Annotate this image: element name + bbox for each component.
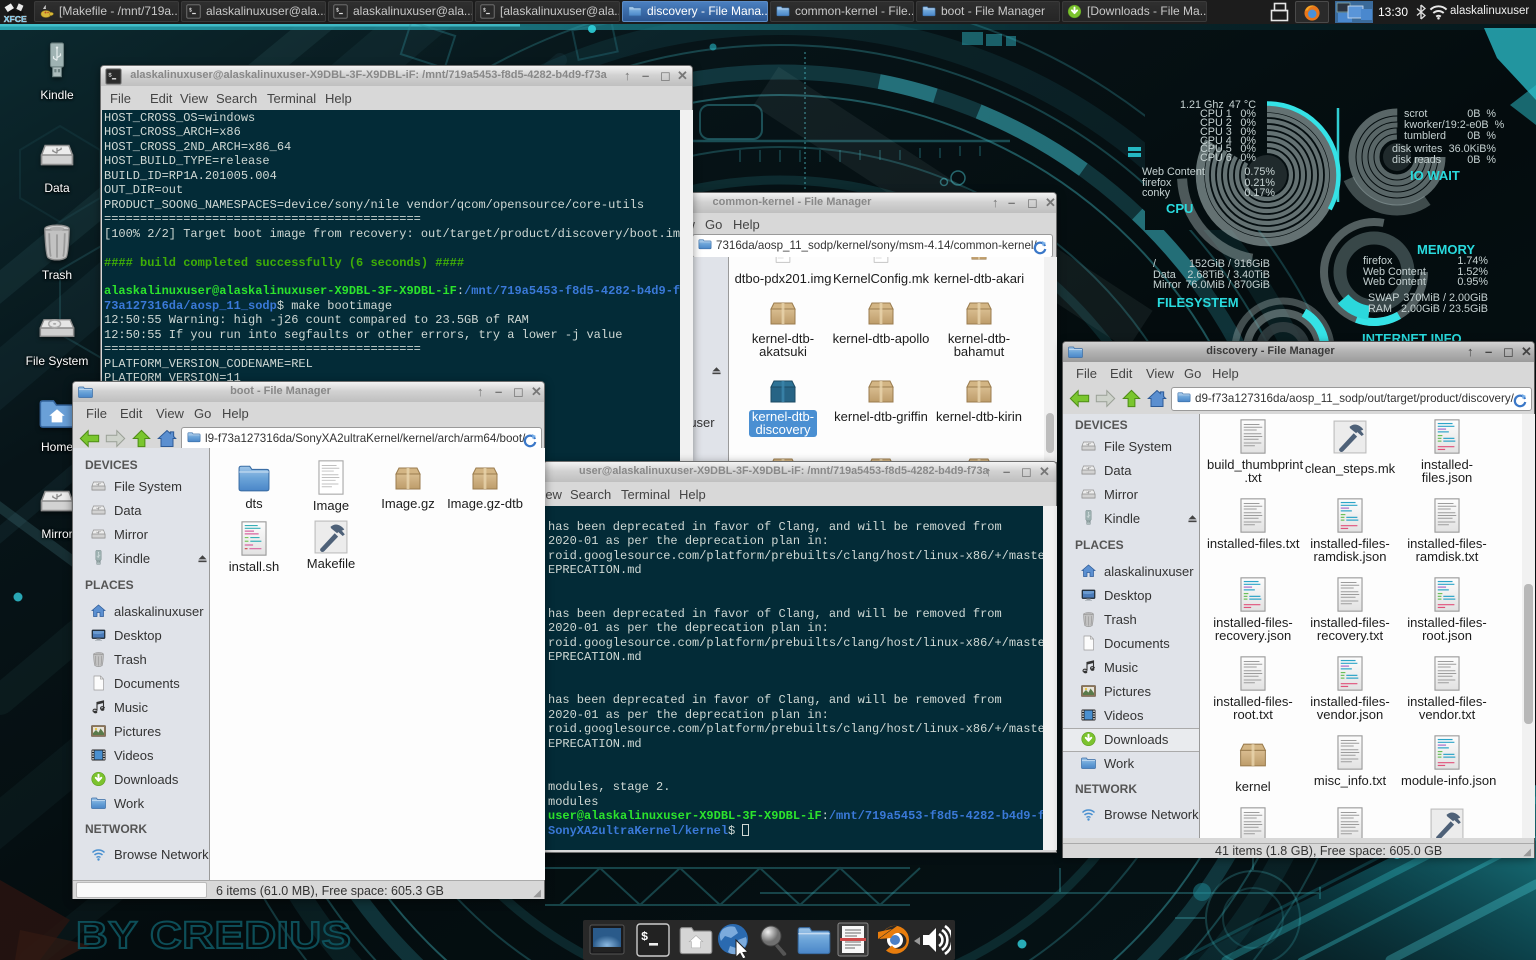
svg-text:XFCE: XFCE: [4, 14, 27, 23]
svg-text:BY CREDIUS: BY CREDIUS: [76, 914, 351, 956]
svg-text:$: $: [641, 930, 648, 944]
